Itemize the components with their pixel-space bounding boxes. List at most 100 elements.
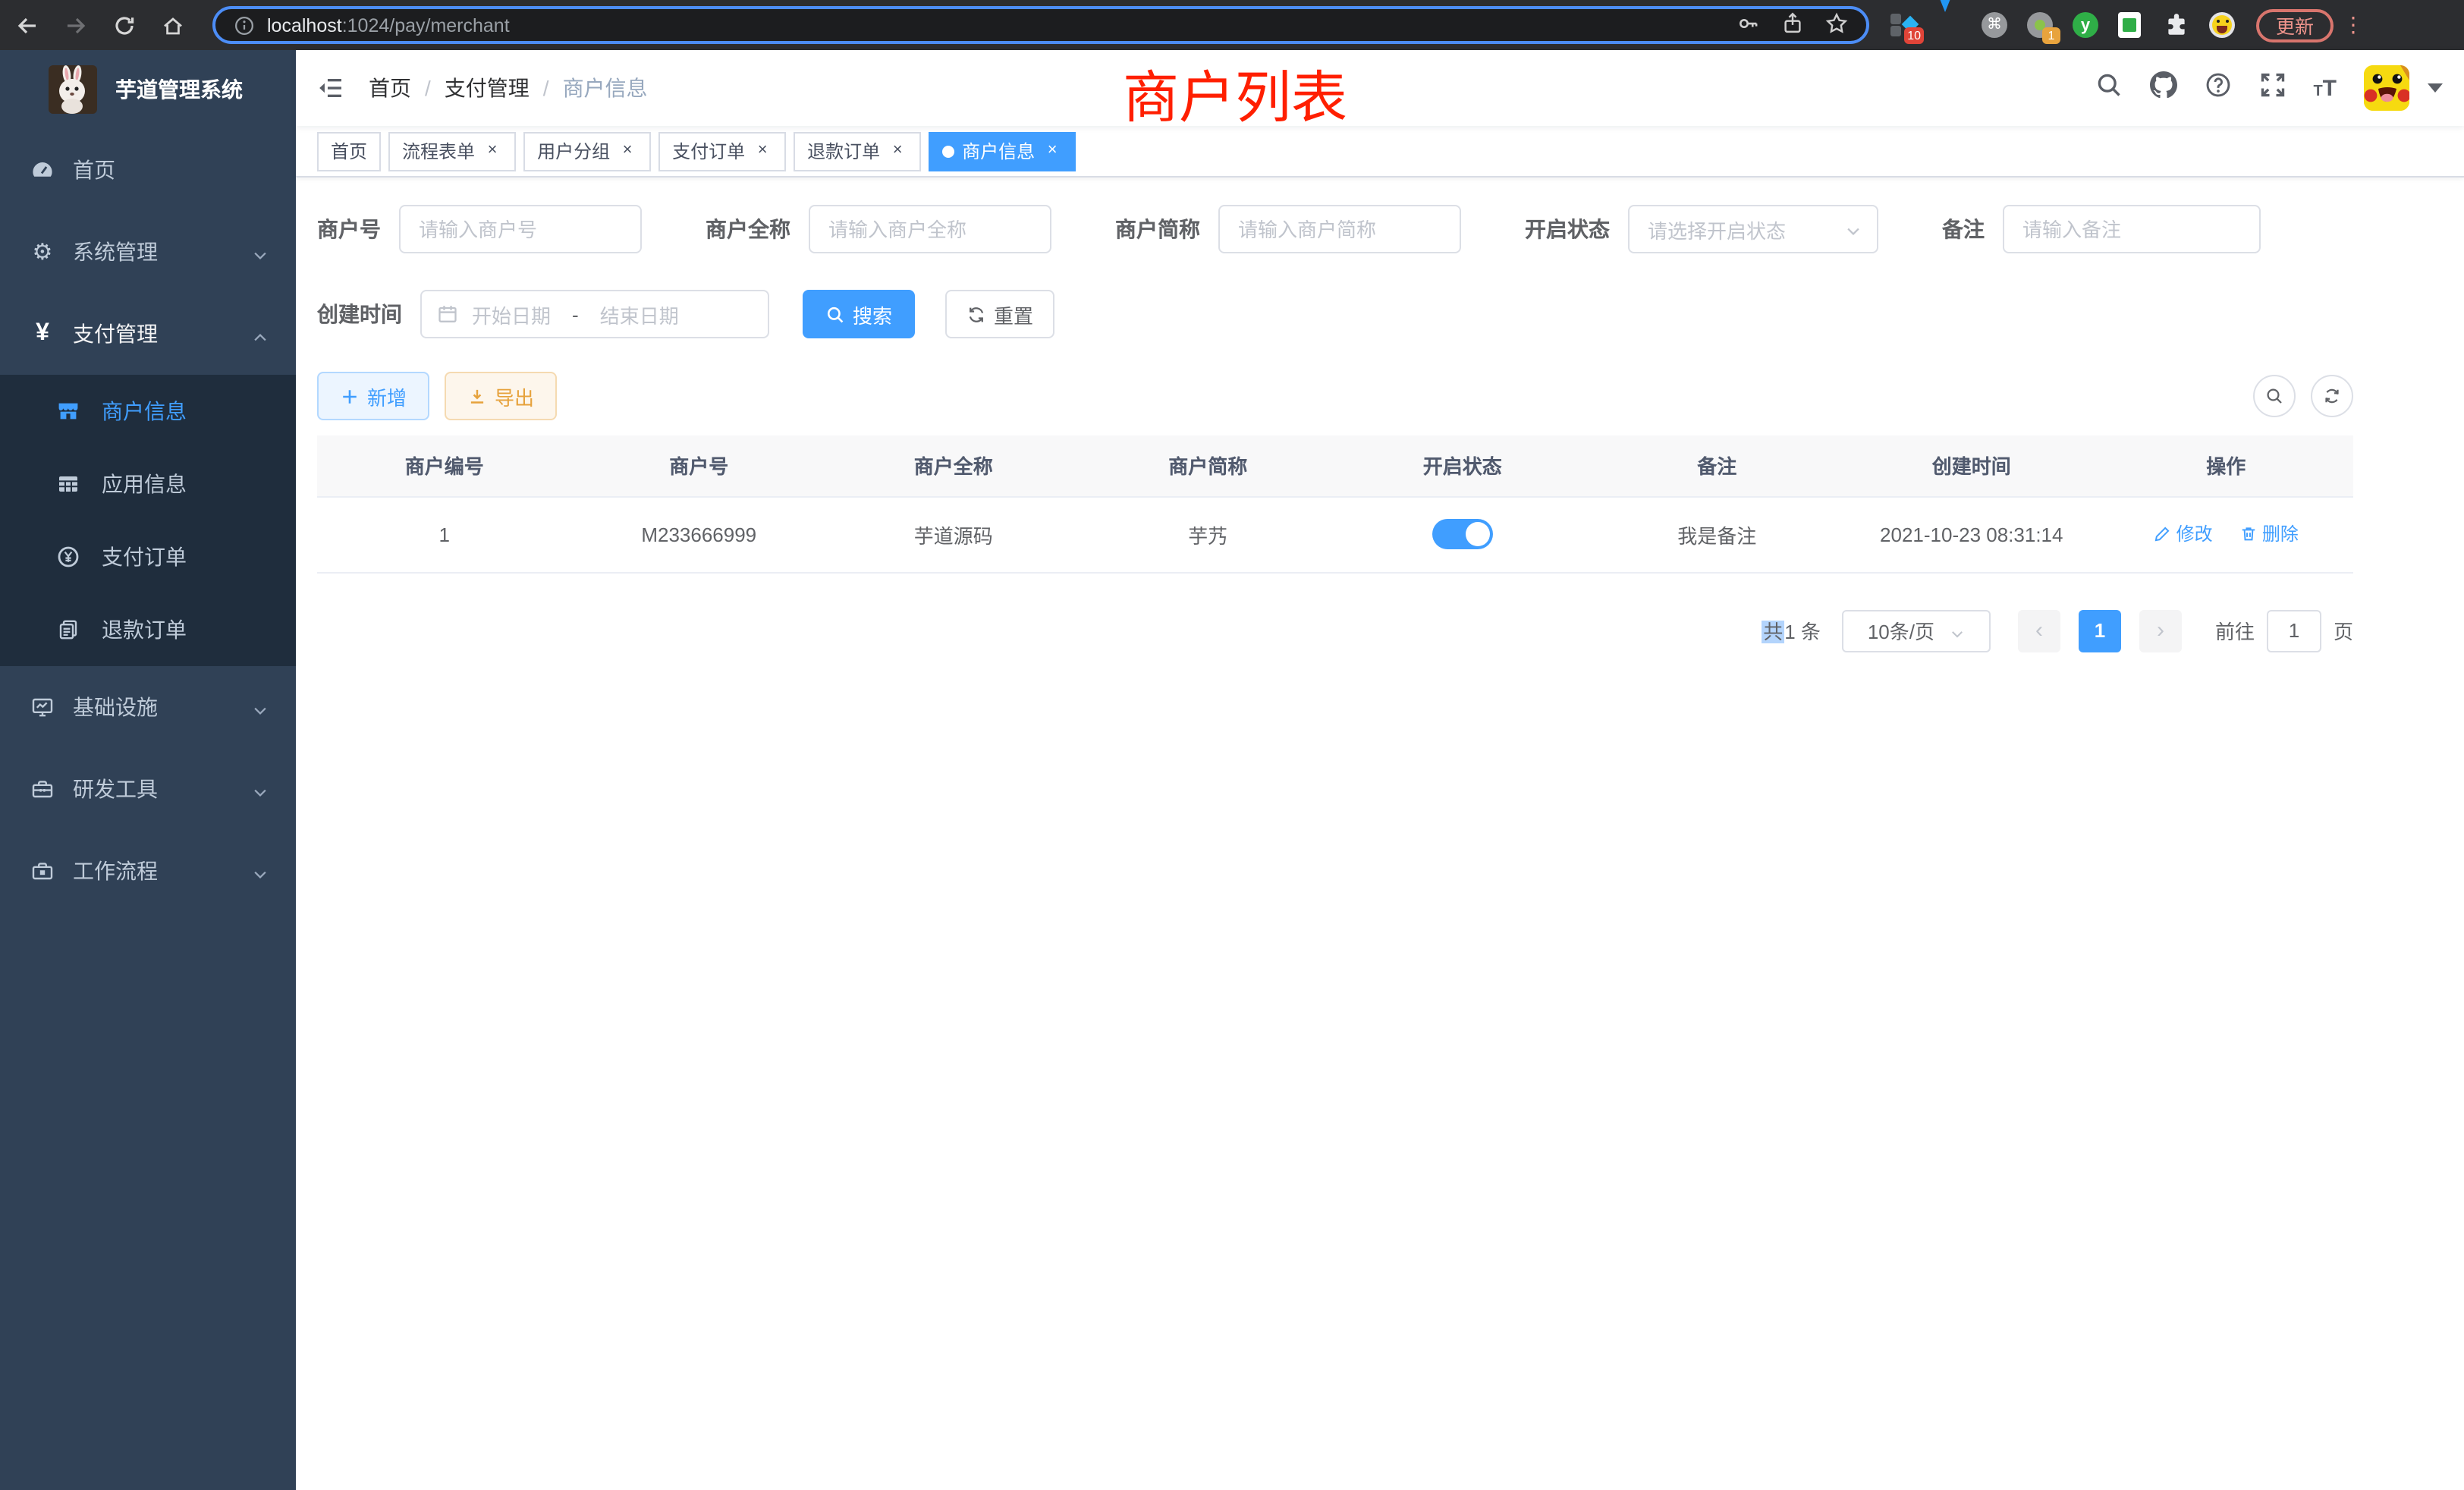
url-bar[interactable]: localhost:1024/pay/merchant — [212, 6, 1869, 44]
tab-close-icon[interactable]: × — [888, 141, 907, 161]
forward-icon[interactable] — [64, 13, 88, 37]
home-icon[interactable] — [161, 13, 185, 37]
bookmark-star-icon[interactable] — [1825, 11, 1848, 39]
header-search-icon[interactable] — [2095, 71, 2122, 105]
extension-command-icon[interactable]: ⌘ — [1982, 12, 2007, 38]
password-key-icon[interactable] — [1737, 11, 1760, 39]
refresh-table-button[interactable] — [2311, 375, 2353, 417]
next-page-button[interactable]: › — [2139, 609, 2182, 652]
sidebar-item-pay-order[interactable]: 支付订单 — [0, 520, 296, 593]
sidebar-item-app-info[interactable]: 应用信息 — [0, 448, 296, 520]
sidebar-item-pay[interactable]: ¥ 支付管理 — [0, 293, 296, 375]
url-path: :1024/pay/merchant — [342, 14, 510, 36]
breadcrumb: 首页 / 支付管理 / 商户信息 — [369, 73, 648, 103]
calendar-icon — [437, 303, 458, 325]
chrome-update-button[interactable]: 更新 — [2256, 8, 2334, 42]
documents-icon — [56, 618, 80, 642]
table-toolbar: 新增 导出 — [317, 372, 2353, 420]
sidebar-item-workflow[interactable]: 工作流程 — [0, 830, 296, 912]
tab-user-group[interactable]: 用户分组× — [523, 131, 651, 171]
tab-process-form[interactable]: 流程表单× — [388, 131, 516, 171]
status-select[interactable]: 请选择开启状态 — [1628, 205, 1878, 253]
avatar-caret-icon[interactable] — [2428, 83, 2443, 93]
search-button[interactable]: 搜索 — [803, 290, 915, 338]
extension-kite-icon[interactable] — [1936, 12, 1962, 38]
tab-refund-order[interactable]: 退款订单× — [794, 131, 921, 171]
sidebar-item-system[interactable]: ⚙ 系统管理 — [0, 211, 296, 293]
prev-page-button[interactable]: ‹ — [2018, 609, 2060, 652]
chevron-down-icon — [252, 863, 269, 879]
export-button[interactable]: 导出 — [445, 372, 557, 420]
breadcrumb-pay[interactable]: 支付管理 — [445, 73, 530, 103]
sidebar-item-infrastructure[interactable]: 基础设施 — [0, 666, 296, 748]
tab-close-icon[interactable]: × — [482, 141, 502, 161]
dashboard-icon — [30, 158, 55, 182]
avatar[interactable] — [2364, 65, 2409, 111]
tab-close-icon[interactable]: × — [1042, 141, 1062, 161]
col-full-name: 商户全称 — [826, 435, 1081, 496]
share-icon[interactable] — [1781, 11, 1804, 39]
sidebar-item-label: 研发工具 — [73, 774, 158, 804]
sidebar: 芋道管理系统 首页 ⚙ 系统管理 ¥ 支付管理 — [0, 50, 296, 1490]
create-time-range-picker[interactable]: 开始日期 - 结束日期 — [420, 290, 769, 338]
extension-chart-icon[interactable] — [2118, 12, 2144, 38]
extension-yudao-icon[interactable]: y — [2073, 12, 2098, 38]
sidebar-collapse-icon[interactable] — [317, 74, 344, 102]
tab-close-icon[interactable]: × — [753, 141, 772, 161]
short-name-input[interactable] — [1218, 205, 1461, 253]
extensions-puzzle-icon[interactable] — [2164, 12, 2189, 38]
sidebar-item-label: 退款订单 — [102, 615, 187, 645]
goto-page-input[interactable] — [2267, 609, 2321, 652]
fullscreen-icon[interactable] — [2258, 71, 2286, 105]
github-icon[interactable] — [2149, 71, 2176, 105]
sidebar-item-home[interactable]: 首页 — [0, 129, 296, 211]
status-toggle[interactable] — [1432, 519, 1493, 549]
reset-button[interactable]: 重置 — [945, 290, 1054, 338]
breadcrumb-home[interactable]: 首页 — [369, 73, 411, 103]
extension-recorder-icon[interactable]: 1 — [2027, 12, 2053, 38]
create-time-label: 创建时间 — [317, 299, 402, 329]
tab-pay-order[interactable]: 支付订单× — [658, 131, 786, 171]
chevron-down-icon — [1845, 221, 1862, 237]
chevron-down-icon — [1950, 623, 1965, 638]
tab-home[interactable]: 首页 — [317, 131, 381, 171]
help-icon[interactable] — [2204, 71, 2231, 105]
sidebar-menu: 首页 ⚙ 系统管理 ¥ 支付管理 — [0, 129, 296, 912]
profile-emoji-icon[interactable] — [2209, 12, 2235, 38]
tab-close-icon[interactable]: × — [618, 141, 637, 161]
site-info-icon[interactable] — [234, 14, 255, 36]
page-annotation-title: 商户列表 — [1123, 52, 1347, 134]
tab-merchant-info[interactable]: 商户信息× — [929, 131, 1076, 171]
app-logo[interactable]: 芋道管理系统 — [0, 50, 296, 129]
sidebar-item-dev-tools[interactable]: 研发工具 — [0, 748, 296, 830]
remark-input[interactable] — [2003, 205, 2261, 253]
tags-view-bar: 首页 流程表单× 用户分组× 支付订单× 退款订单× 商户信息× — [296, 126, 2464, 178]
active-tab-dot — [942, 145, 954, 157]
delete-button[interactable]: 删除 — [2239, 521, 2299, 547]
cell-create-time: 2021-10-23 08:31:14 — [1844, 496, 2099, 572]
sidebar-item-label: 首页 — [73, 155, 115, 185]
full-name-input[interactable] — [809, 205, 1051, 253]
cell-merchant-id: 1 — [317, 496, 572, 572]
col-actions: 操作 — [2099, 435, 2354, 496]
edit-button[interactable]: 修改 — [2154, 521, 2213, 547]
sidebar-item-label: 工作流程 — [73, 856, 158, 886]
page-1-button[interactable]: 1 — [2079, 609, 2121, 652]
merchant-no-input[interactable] — [399, 205, 642, 253]
back-icon[interactable] — [15, 13, 39, 37]
extension-blocks-icon[interactable]: 10 — [1890, 12, 1916, 38]
col-merchant-id: 商户编号 — [317, 435, 572, 496]
reload-icon[interactable] — [112, 13, 137, 37]
remark-label: 备注 — [1942, 214, 1985, 244]
toggle-search-button[interactable] — [2253, 375, 2296, 417]
start-date-placeholder: 开始日期 — [472, 300, 551, 328]
chrome-menu-icon[interactable]: ⋮ — [2343, 12, 2364, 38]
logo-rabbit-image — [49, 65, 97, 114]
page-size-select[interactable]: 10条/页 — [1842, 609, 1991, 652]
sidebar-item-refund-order[interactable]: 退款订单 — [0, 593, 296, 666]
extensions-bar: 10 ⌘ 1 y — [1890, 12, 2235, 38]
font-size-icon[interactable]: TT — [2313, 75, 2337, 101]
sidebar-item-merchant-info[interactable]: 商户信息 — [0, 375, 296, 448]
table-header-row: 商户编号 商户号 商户全称 商户简称 开启状态 备注 创建时间 操作 — [317, 435, 2353, 496]
add-button[interactable]: 新增 — [317, 372, 429, 420]
